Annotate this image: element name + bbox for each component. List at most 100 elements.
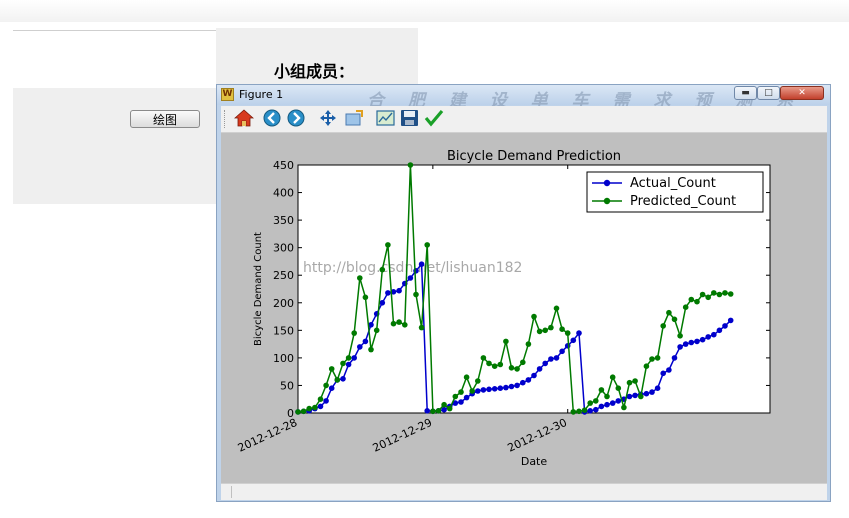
data-point-predicted: [486, 360, 492, 367]
x-tick-label: 2012-12-29: [371, 416, 434, 455]
data-point-actual: [643, 390, 650, 397]
data-point-actual: [649, 389, 655, 395]
data-point-actual: [632, 392, 638, 399]
data-point-predicted: [390, 320, 397, 327]
data-point-actual: [340, 376, 346, 382]
check-button[interactable]: [423, 109, 445, 129]
data-point-actual: [677, 344, 683, 350]
toolbar-grip[interactable]: [224, 110, 227, 128]
data-point-actual: [486, 386, 492, 393]
data-point-actual: [553, 355, 560, 361]
y-tick-label: 50: [280, 379, 294, 392]
data-point-predicted: [711, 290, 717, 296]
data-point-predicted: [593, 398, 599, 404]
data-point-predicted: [418, 324, 425, 331]
data-point-predicted: [435, 408, 442, 414]
data-point-predicted: [323, 382, 329, 389]
data-point-predicted: [306, 405, 312, 412]
data-point-predicted: [491, 363, 498, 369]
data-point-predicted: [413, 291, 419, 298]
data-point-actual: [682, 341, 689, 347]
data-point-actual: [503, 384, 509, 391]
y-tick-label: 100: [273, 352, 294, 365]
form-bottom-panel: [13, 88, 216, 204]
data-point-actual: [688, 339, 695, 346]
status-divider: [231, 486, 232, 498]
configure-subplots-icon: [376, 110, 395, 126]
zoom-button[interactable]: [343, 109, 365, 129]
data-point-predicted: [638, 393, 644, 400]
navigation-toolbar: [221, 106, 827, 133]
data-point-actual: [570, 337, 577, 344]
data-point-predicted: [396, 319, 402, 325]
forward-button[interactable]: [285, 109, 307, 129]
y-tick-label: 400: [273, 187, 294, 200]
form-top-panel: [13, 30, 216, 89]
window-titlebar[interactable]: W Figure 1 合 肥 建 设 单 车 需 求 预 测 系 统 ▬ □ ✕: [217, 85, 830, 136]
home-button[interactable]: [233, 109, 255, 129]
draw-button[interactable]: 绘图: [130, 110, 200, 128]
data-point-actual: [480, 387, 487, 393]
legend-label-actual: Actual_Count: [630, 176, 716, 191]
data-point-actual: [716, 327, 723, 334]
data-point-actual: [514, 382, 520, 389]
data-point-actual: [385, 290, 391, 296]
data-point-actual: [491, 386, 498, 392]
data-point-predicted: [615, 385, 622, 391]
data-point-predicted: [649, 356, 655, 362]
data-point-predicted: [368, 346, 374, 353]
home-icon: [233, 109, 255, 127]
data-point-actual: [548, 356, 554, 362]
data-point-actual: [722, 323, 728, 329]
data-point-predicted: [722, 290, 728, 296]
data-point-actual: [323, 398, 329, 404]
data-point-actual: [660, 370, 666, 377]
data-point-predicted: [609, 374, 616, 380]
pan-button[interactable]: [317, 109, 339, 129]
save-button[interactable]: [399, 109, 421, 129]
back-button[interactable]: [261, 109, 283, 129]
minimize-button[interactable]: ▬: [734, 86, 757, 100]
data-point-actual: [666, 367, 672, 373]
x-tick-label: 2012-12-30: [506, 416, 569, 455]
data-point-actual: [711, 331, 717, 338]
data-point-actual: [727, 317, 734, 324]
data-point-predicted: [373, 327, 380, 334]
data-point-actual: [604, 401, 610, 408]
data-point-predicted: [334, 377, 341, 383]
data-point-predicted: [598, 387, 605, 393]
data-point-predicted: [475, 378, 481, 384]
y-tick-label: 300: [273, 242, 294, 255]
data-point-predicted: [570, 409, 577, 415]
status-bar: [221, 483, 827, 500]
data-point-actual: [345, 361, 352, 368]
data-point-predicted: [463, 374, 470, 380]
legend-label-predicted: Predicted_Count: [630, 194, 736, 209]
y-tick-label: 250: [273, 269, 294, 282]
figure-window: W Figure 1 合 肥 建 设 单 车 需 求 预 测 系 统 ▬ □ ✕: [216, 84, 831, 502]
zoom-icon: [345, 110, 363, 126]
close-button[interactable]: ✕: [780, 86, 824, 100]
data-point-predicted: [407, 162, 414, 168]
forward-icon: [287, 109, 305, 127]
maximize-button[interactable]: □: [757, 86, 780, 100]
data-point-predicted: [671, 316, 678, 323]
figure-canvas[interactable]: Bicycle Demand Prediction Date Bicycle D…: [221, 133, 827, 483]
data-point-predicted: [660, 323, 666, 329]
data-point-actual: [379, 300, 386, 306]
data-point-predicted: [548, 324, 554, 331]
minimize-icon: ▬: [741, 88, 750, 98]
data-point-predicted: [688, 296, 695, 303]
close-icon: ✕: [798, 88, 806, 98]
data-point-predicted: [351, 330, 357, 336]
data-point-predicted: [520, 359, 526, 366]
data-point-predicted: [716, 291, 723, 298]
configure-subplots-button[interactable]: [375, 109, 397, 129]
data-point-actual: [593, 406, 599, 413]
data-point-actual: [525, 377, 532, 383]
data-point-predicted: [458, 389, 464, 395]
data-point-actual: [699, 336, 706, 343]
data-point-actual: [671, 355, 678, 361]
data-point-predicted: [654, 355, 661, 361]
data-point-predicted: [508, 365, 515, 371]
